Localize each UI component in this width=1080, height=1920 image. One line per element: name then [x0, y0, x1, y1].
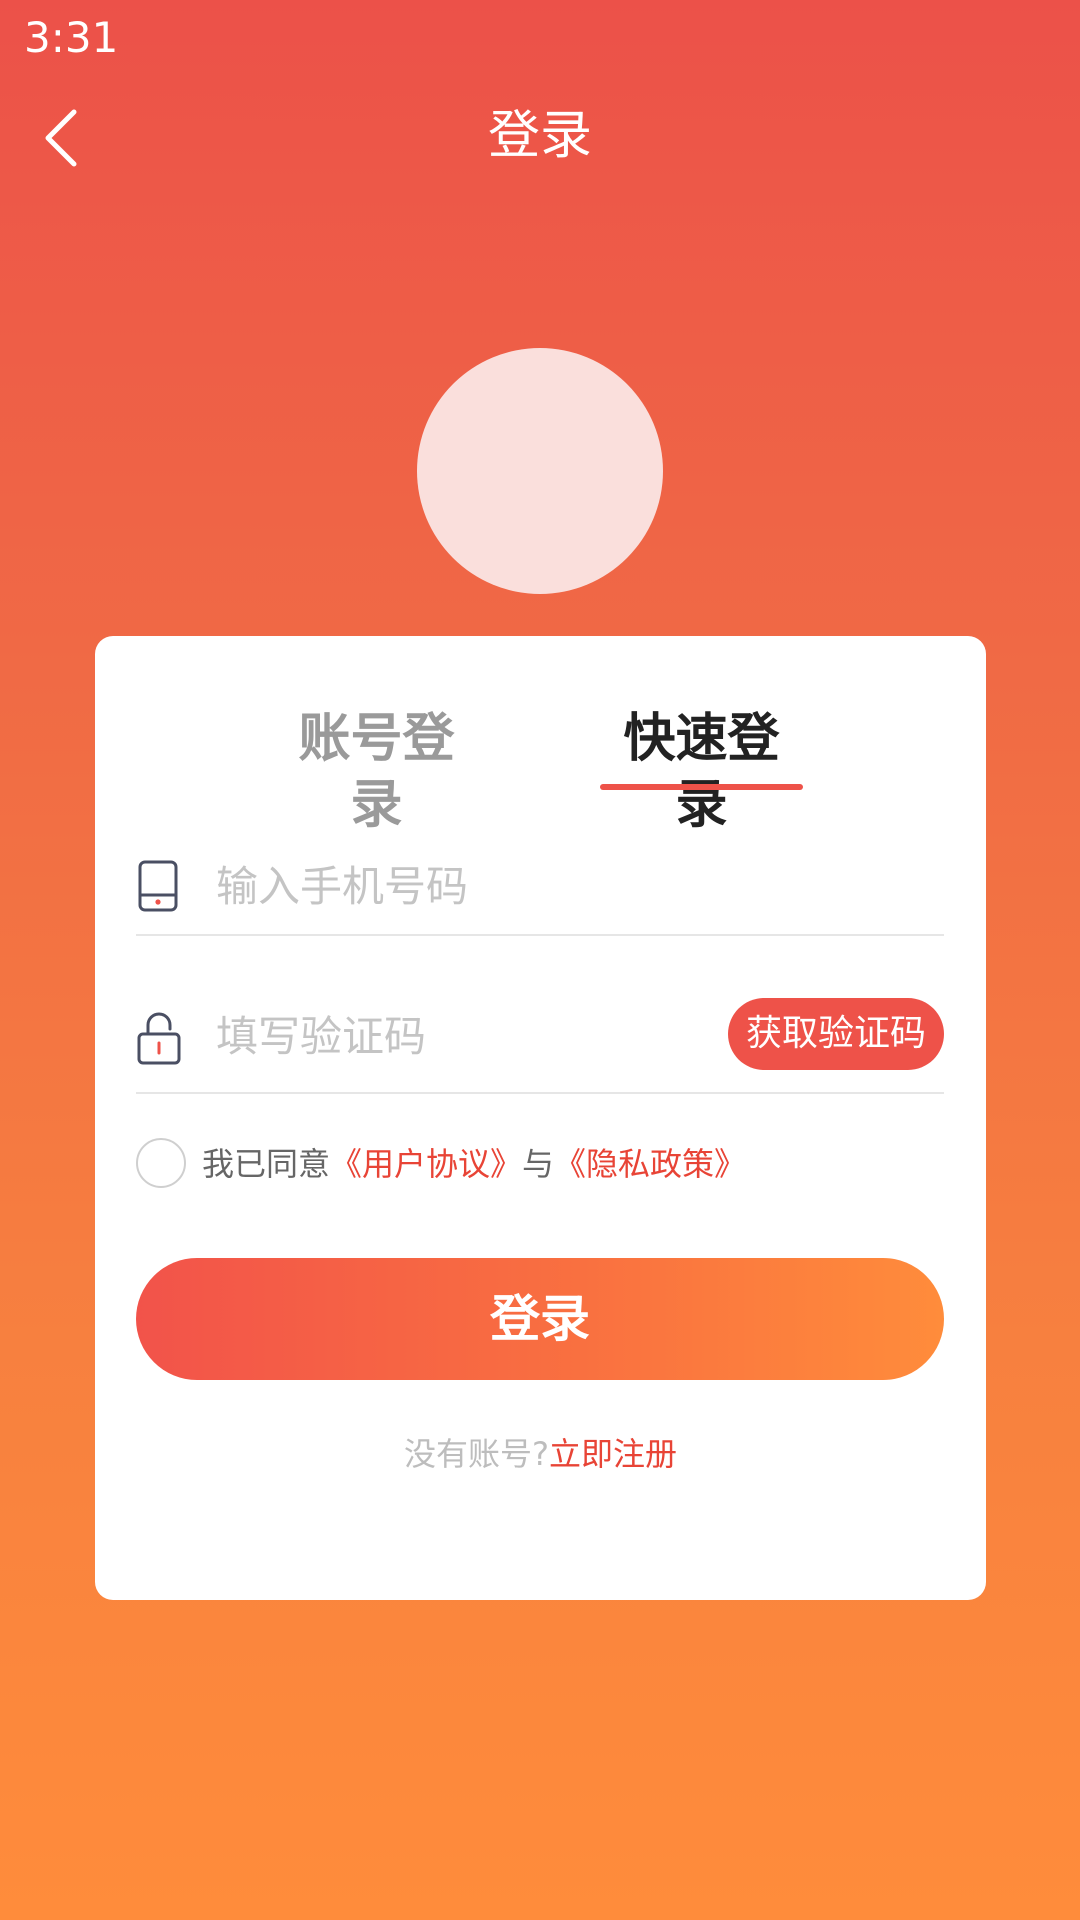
login-card: 账号登录 快速登录 获取验证码 我已同意《用户协议》与《隐私政策》 — [95, 636, 986, 1600]
verification-code-row: 获取验证码 — [136, 996, 944, 1094]
user-agreement-link[interactable]: 《用户协议》 — [330, 1145, 522, 1183]
verification-code-input[interactable] — [216, 1006, 696, 1066]
phone-field-row — [136, 834, 944, 936]
privacy-policy-link[interactable]: 《隐私政策》 — [554, 1145, 746, 1183]
agreement-prefix: 我已同意 — [202, 1145, 331, 1183]
avatar — [417, 348, 663, 594]
tab-quick-login[interactable]: 快速登录 — [600, 706, 803, 838]
register-link[interactable]: 立即注册 — [549, 1435, 677, 1473]
tab-account-login[interactable]: 账号登录 — [275, 706, 478, 838]
register-row: 没有账号?立即注册 — [95, 1432, 986, 1476]
lock-icon — [136, 1010, 182, 1070]
phone-input[interactable] — [216, 856, 916, 916]
get-code-button[interactable]: 获取验证码 — [728, 998, 944, 1070]
register-prompt: 没有账号? — [403, 1435, 549, 1473]
agreement-conjunction: 与 — [522, 1145, 555, 1183]
phone-icon — [136, 860, 180, 916]
agreement-checkbox[interactable] — [136, 1138, 186, 1188]
active-tab-indicator — [600, 784, 803, 790]
login-button[interactable]: 登录 — [136, 1258, 944, 1380]
status-bar-time: 3:31 — [24, 13, 119, 62]
page-title: 登录 — [487, 106, 592, 166]
agreement-text: 我已同意《用户协议》与《隐私政策》 — [202, 1142, 746, 1186]
